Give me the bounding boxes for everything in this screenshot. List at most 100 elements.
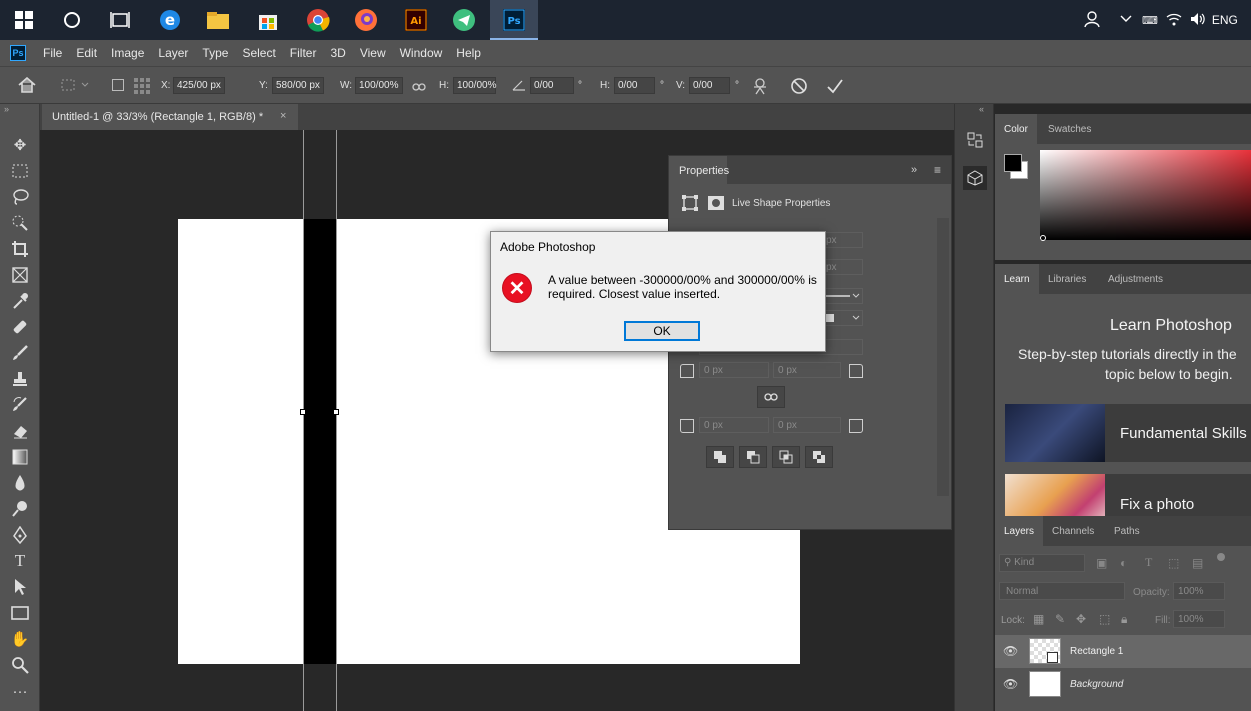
menu-help[interactable]: Help (449, 46, 488, 60)
menu-3d[interactable]: 3D (323, 46, 352, 60)
rectangle-shape[interactable] (303, 219, 336, 664)
panel-menu-icon[interactable]: ≡ (934, 163, 941, 177)
file-explorer-icon[interactable] (194, 0, 242, 40)
path-intersect-button[interactable] (772, 446, 800, 468)
link-icon[interactable] (412, 81, 426, 95)
tab-libraries[interactable]: Libraries (1039, 264, 1095, 294)
move-tool-icon[interactable]: ✥ (8, 134, 32, 156)
tab-swatches[interactable]: Swatches (1039, 114, 1100, 144)
cortana-icon[interactable] (48, 0, 96, 40)
layer-name[interactable]: Background (1070, 679, 1123, 690)
cancel-transform-icon[interactable] (790, 77, 808, 98)
transform-handle-left[interactable] (300, 409, 306, 415)
shape-width-field[interactable]: px (821, 232, 863, 248)
language-indicator[interactable]: ENG (1212, 13, 1238, 27)
home-icon[interactable] (18, 76, 36, 96)
properties-scrollbar[interactable] (937, 218, 949, 496)
lasso-tool-icon[interactable] (8, 186, 32, 208)
learn-card-fix-photo[interactable]: Fix a photo (1005, 474, 1251, 516)
blur-tool-icon[interactable] (8, 472, 32, 494)
history-brush-tool-icon[interactable] (8, 394, 32, 416)
pen-tool-icon[interactable] (8, 524, 32, 546)
layer-row[interactable]: 👁︎ Background (995, 668, 1251, 701)
transform-handle-right[interactable] (333, 409, 339, 415)
zoom-tool-icon[interactable] (8, 654, 32, 676)
brush-tool-icon[interactable] (8, 342, 32, 364)
eyedropper-tool-icon[interactable] (8, 290, 32, 312)
tab-layers[interactable]: Layers (995, 516, 1044, 546)
learn-card-fundamentals[interactable]: Fundamental Skills (1005, 404, 1251, 462)
tab-channels[interactable]: Channels (1043, 516, 1103, 546)
warp-icon[interactable] (751, 77, 769, 98)
document-tab[interactable]: Untitled-1 @ 33/3% (Rectangle 1, RGB/8) … (42, 104, 298, 130)
path-subtract-button[interactable] (739, 446, 767, 468)
illustrator-icon[interactable]: Ai (392, 0, 440, 40)
filter-adjustment-icon[interactable]: ◐ (1120, 556, 1127, 570)
shape-properties-icon[interactable] (681, 194, 699, 215)
lock-pixels-icon[interactable]: ✎ (1055, 612, 1065, 626)
width-field[interactable]: 100/00% (355, 77, 403, 94)
volume-icon[interactable] (1190, 12, 1206, 29)
frame-tool-icon[interactable] (8, 264, 32, 286)
collapse-icon[interactable]: » (4, 104, 9, 114)
height-field[interactable]: 100/00% (453, 77, 496, 94)
path-exclude-button[interactable] (805, 446, 833, 468)
input-method-icon[interactable]: ⌨ (1142, 14, 1158, 27)
history-panel-icon[interactable] (963, 128, 987, 152)
chevron-up-icon[interactable] (1120, 13, 1132, 27)
y-position-field[interactable]: 580/00 px (272, 77, 324, 94)
color-picker-cursor[interactable] (1040, 235, 1046, 241)
menu-image[interactable]: Image (104, 46, 151, 60)
menu-layer[interactable]: Layer (151, 46, 195, 60)
type-tool-icon[interactable]: T (8, 550, 32, 572)
windows-start-icon[interactable] (0, 0, 48, 40)
properties-tab[interactable]: Properties (669, 156, 729, 184)
layer-row[interactable]: 👁︎ Rectangle 1 (995, 635, 1251, 668)
dodge-tool-icon[interactable] (8, 498, 32, 520)
visibility-eye-icon[interactable]: 👁︎ (1003, 677, 1018, 691)
store-icon[interactable] (244, 0, 292, 40)
guide-line-left[interactable] (303, 130, 304, 711)
blend-mode-dropdown[interactable]: Normal (999, 582, 1125, 600)
wifi-icon[interactable] (1166, 12, 1182, 29)
lock-artboard-icon[interactable]: ⬚ (1099, 612, 1110, 626)
corner-radius-bl-field[interactable]: 0 px (699, 417, 769, 433)
healing-brush-tool-icon[interactable] (8, 316, 32, 338)
task-view-icon[interactable] (96, 0, 144, 40)
eraser-tool-icon[interactable] (8, 420, 32, 442)
corner-radius-br-field[interactable]: 0 px (773, 417, 841, 433)
collapse-panels-icon[interactable]: « (979, 104, 984, 114)
layer-name[interactable]: Rectangle 1 (1070, 646, 1123, 657)
h-skew-field[interactable]: 0/00 (614, 77, 655, 94)
tab-learn[interactable]: Learn (995, 264, 1039, 294)
clone-stamp-tool-icon[interactable] (8, 368, 32, 390)
lock-transparent-icon[interactable]: ▦ (1033, 612, 1044, 626)
more-tools-icon[interactable]: ··· (8, 680, 32, 702)
menu-window[interactable]: Window (393, 46, 450, 60)
photoshop-taskbar-icon[interactable]: Ps (490, 0, 538, 40)
rectangle-tool-icon[interactable] (8, 602, 32, 624)
stroke-width-dropdown[interactable] (821, 288, 863, 304)
reference-point-icon[interactable] (134, 78, 150, 97)
opacity-field[interactable]: 100% (1173, 582, 1225, 600)
reference-point-checkbox[interactable] (112, 79, 124, 91)
filter-pixel-icon[interactable]: ▣ (1096, 556, 1107, 570)
crop-tool-icon[interactable] (8, 238, 32, 260)
hand-tool-icon[interactable]: ✋ (8, 628, 32, 650)
transform-tool-icon[interactable] (60, 78, 90, 95)
marquee-tool-icon[interactable] (8, 160, 32, 182)
path-combine-button[interactable] (706, 446, 734, 468)
fill-field[interactable]: 100% (1173, 610, 1225, 628)
gradient-tool-icon[interactable] (8, 446, 32, 468)
guide-line-right[interactable] (336, 130, 337, 711)
corner-radius-tr-field[interactable]: 0 px (773, 362, 841, 378)
filter-shape-icon[interactable]: ⬚ (1168, 556, 1179, 570)
menu-filter[interactable]: Filter (283, 46, 324, 60)
telegram-icon[interactable] (440, 0, 488, 40)
3d-panel-icon[interactable] (963, 166, 987, 190)
lock-position-icon[interactable]: ✥ (1076, 612, 1086, 626)
edge-icon[interactable]: e (146, 0, 194, 40)
shape-height-field[interactable]: px (821, 259, 863, 275)
mask-properties-icon[interactable] (707, 195, 725, 214)
lock-all-icon[interactable]: 🔒︎ (1121, 612, 1127, 627)
